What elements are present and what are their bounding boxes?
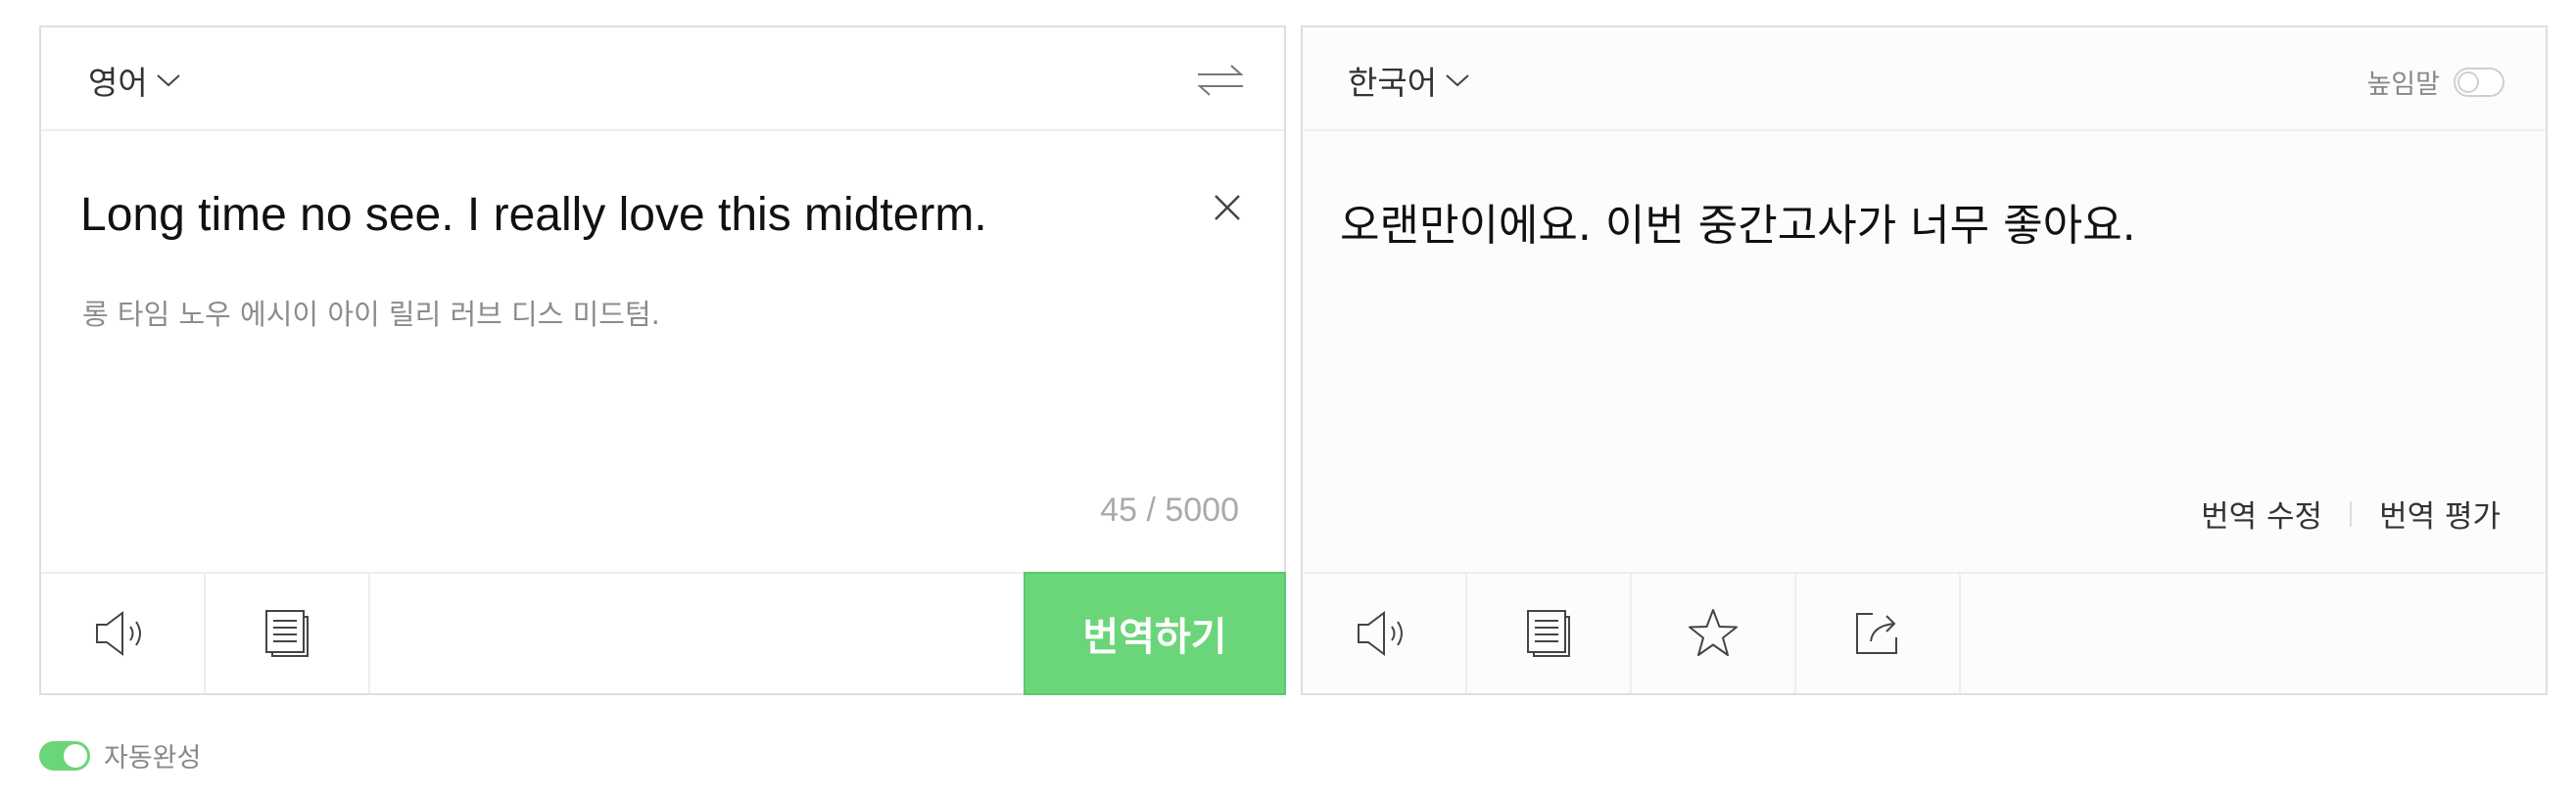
target-copy-button[interactable] — [1467, 574, 1632, 693]
source-copy-button[interactable] — [206, 574, 370, 693]
target-language-select[interactable]: 한국어 — [1348, 61, 1470, 102]
autocomplete-toggle[interactable] — [39, 740, 90, 771]
translate-button[interactable]: 번역하기 — [1024, 572, 1286, 695]
translated-text: 오랜만이에요. 이번 중간고사가 너무 좋아요. — [1340, 201, 2136, 251]
copy-icon — [265, 610, 309, 657]
pronunciation-text: 롱 타임 노우 에시이 아이 릴리 러브 디스 미드텀. — [82, 298, 660, 331]
copy-icon — [1527, 610, 1570, 657]
target-panel: 한국어 높임말 오랜만이에요. 이번 중간고사가 너무 좋아요. 번역 수정 번… — [1301, 25, 2548, 695]
target-toolbar — [1303, 572, 2546, 693]
rate-translation-link[interactable]: 번역 평가 — [2379, 492, 2501, 536]
source-text-input[interactable]: Long time no see. I really love this mid… — [80, 188, 987, 242]
source-listen-button[interactable] — [41, 574, 206, 693]
share-icon — [1856, 613, 1897, 654]
source-language-select[interactable]: 영어 — [88, 61, 181, 102]
clear-icon[interactable] — [1212, 192, 1243, 223]
edit-translation-link[interactable]: 번역 수정 — [2201, 492, 2322, 536]
honorific-label: 높임말 — [2366, 70, 2440, 100]
chevron-down-icon — [157, 74, 180, 87]
character-counter: 45 / 5000 — [1100, 492, 1239, 529]
speaker-icon — [1358, 611, 1403, 656]
autocomplete-label: 자동완성 — [104, 743, 202, 774]
honorific-toggle[interactable] — [2454, 67, 2504, 97]
honorific-toggle-group: 높임말 — [2366, 63, 2504, 101]
target-header: 한국어 높임말 — [1303, 27, 2546, 131]
star-icon — [1689, 609, 1738, 656]
favorite-button[interactable] — [1632, 574, 1796, 693]
swap-icon[interactable] — [1196, 61, 1245, 100]
speaker-icon — [96, 611, 141, 656]
divider — [2350, 500, 2353, 527]
source-toolbar: 번역하기 — [41, 572, 1286, 695]
chevron-down-icon — [1446, 74, 1469, 87]
source-language-label: 영어 — [88, 64, 148, 102]
source-header: 영어 — [41, 27, 1284, 131]
autocomplete-setting: 자동완성 — [39, 736, 201, 774]
translation-feedback-links: 번역 수정 번역 평가 — [2201, 492, 2501, 536]
target-listen-button[interactable] — [1303, 574, 1467, 693]
source-panel: 영어 Long time no see. I really love this … — [39, 25, 1286, 695]
target-language-label: 한국어 — [1348, 64, 1438, 102]
share-button[interactable] — [1796, 574, 1961, 693]
